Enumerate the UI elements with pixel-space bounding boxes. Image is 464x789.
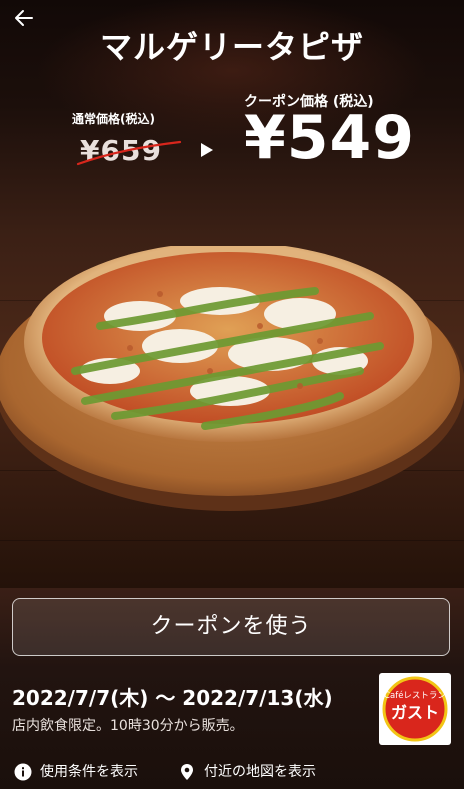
gusto-logo: Caféレストラン ガスト (379, 673, 451, 745)
pizza-image (0, 246, 464, 511)
strikethrough-icon (76, 140, 182, 166)
use-coupon-button[interactable]: クーポンを使う (12, 598, 450, 656)
location-pin-icon (181, 764, 193, 780)
nearby-map-link[interactable]: 付近の地図を表示 (178, 762, 348, 782)
validity-note: 店内飲食限定。10時30分から販売。 (12, 718, 244, 734)
coupon-price: ¥549 (244, 103, 415, 173)
logo-main-text: ガスト (391, 703, 439, 722)
validity-period: 2022/7/7(木) 〜 2022/7/13(水) (12, 686, 333, 710)
page-title: マルゲリータピザ (99, 28, 364, 66)
regular-price-label: 通常価格(税込) (72, 112, 155, 126)
usage-conditions-link[interactable]: 使用条件を表示 (14, 762, 164, 782)
coupon-detail-screen: マルゲリータピザ 通常価格(税込) ¥659 クーポン価格 (税込) ¥549 (0, 0, 464, 789)
logo-small-text: Caféレストラン (384, 690, 446, 701)
triangle-arrow-icon (201, 143, 213, 157)
info-icon (14, 763, 32, 781)
nearby-map-label: 付近の地図を表示 (204, 764, 316, 780)
footer-links: 使用条件を表示 付近の地図を表示 (0, 762, 464, 782)
usage-conditions-label: 使用条件を表示 (40, 764, 138, 780)
